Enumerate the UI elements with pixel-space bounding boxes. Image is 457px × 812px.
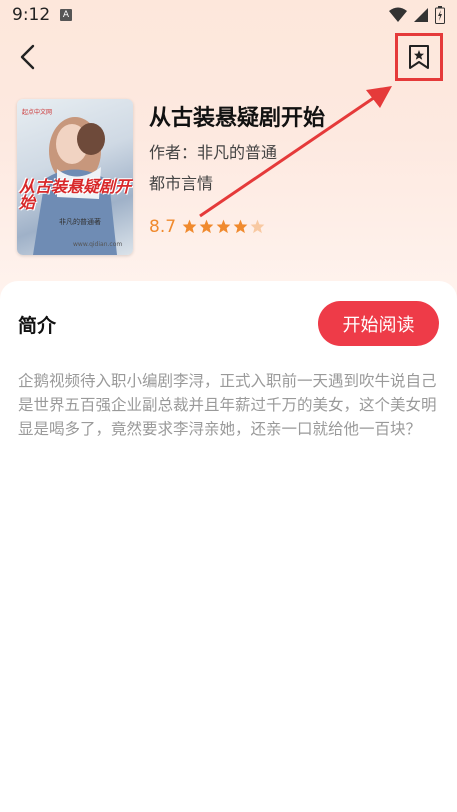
battery-icon (435, 6, 445, 24)
book-genre[interactable]: 都市言情 (149, 170, 213, 194)
book-cover[interactable]: 起点中文网 从古装悬疑剧开始 非凡的普通著 www.qidian.com (17, 99, 133, 255)
star-icon (216, 219, 231, 234)
rating-stars (182, 219, 265, 234)
intro-card (0, 281, 457, 812)
signal-icon (414, 8, 428, 22)
star-icon (233, 219, 248, 234)
back-button[interactable] (14, 42, 44, 72)
cover-title: 从古装悬疑剧开始 (19, 177, 132, 212)
star-icon (199, 219, 214, 234)
start-reading-button[interactable]: 开始阅读 (318, 301, 439, 346)
bookmark-button[interactable] (395, 33, 443, 81)
star-icon (182, 219, 197, 234)
status-bar: 9:12 A (0, 0, 457, 32)
status-icons (389, 6, 445, 24)
wifi-icon (389, 7, 407, 22)
star-icon (250, 219, 265, 234)
status-time: 9:12 (12, 5, 51, 25)
intro-heading: 简介 (18, 315, 57, 337)
rating-score: 8.7 (149, 217, 177, 237)
book-author[interactable]: 作者：非凡的普通 (149, 139, 277, 163)
back-arrow-icon (20, 44, 35, 70)
cover-author: 非凡的普通著 (59, 218, 101, 226)
synopsis-text: 企鹅视频待入职小编剧李浔，正式入职前一天遇到吹牛说自己是世界五百强企业副总裁并且… (18, 372, 437, 438)
cover-publisher-badge: 起点中文网 (22, 109, 53, 116)
book-title: 从古装悬疑剧开始 (149, 106, 326, 131)
bookmark-star-icon (409, 45, 429, 69)
notification-icon: A (60, 9, 72, 21)
cover-site: www.qidian.com (73, 241, 123, 248)
